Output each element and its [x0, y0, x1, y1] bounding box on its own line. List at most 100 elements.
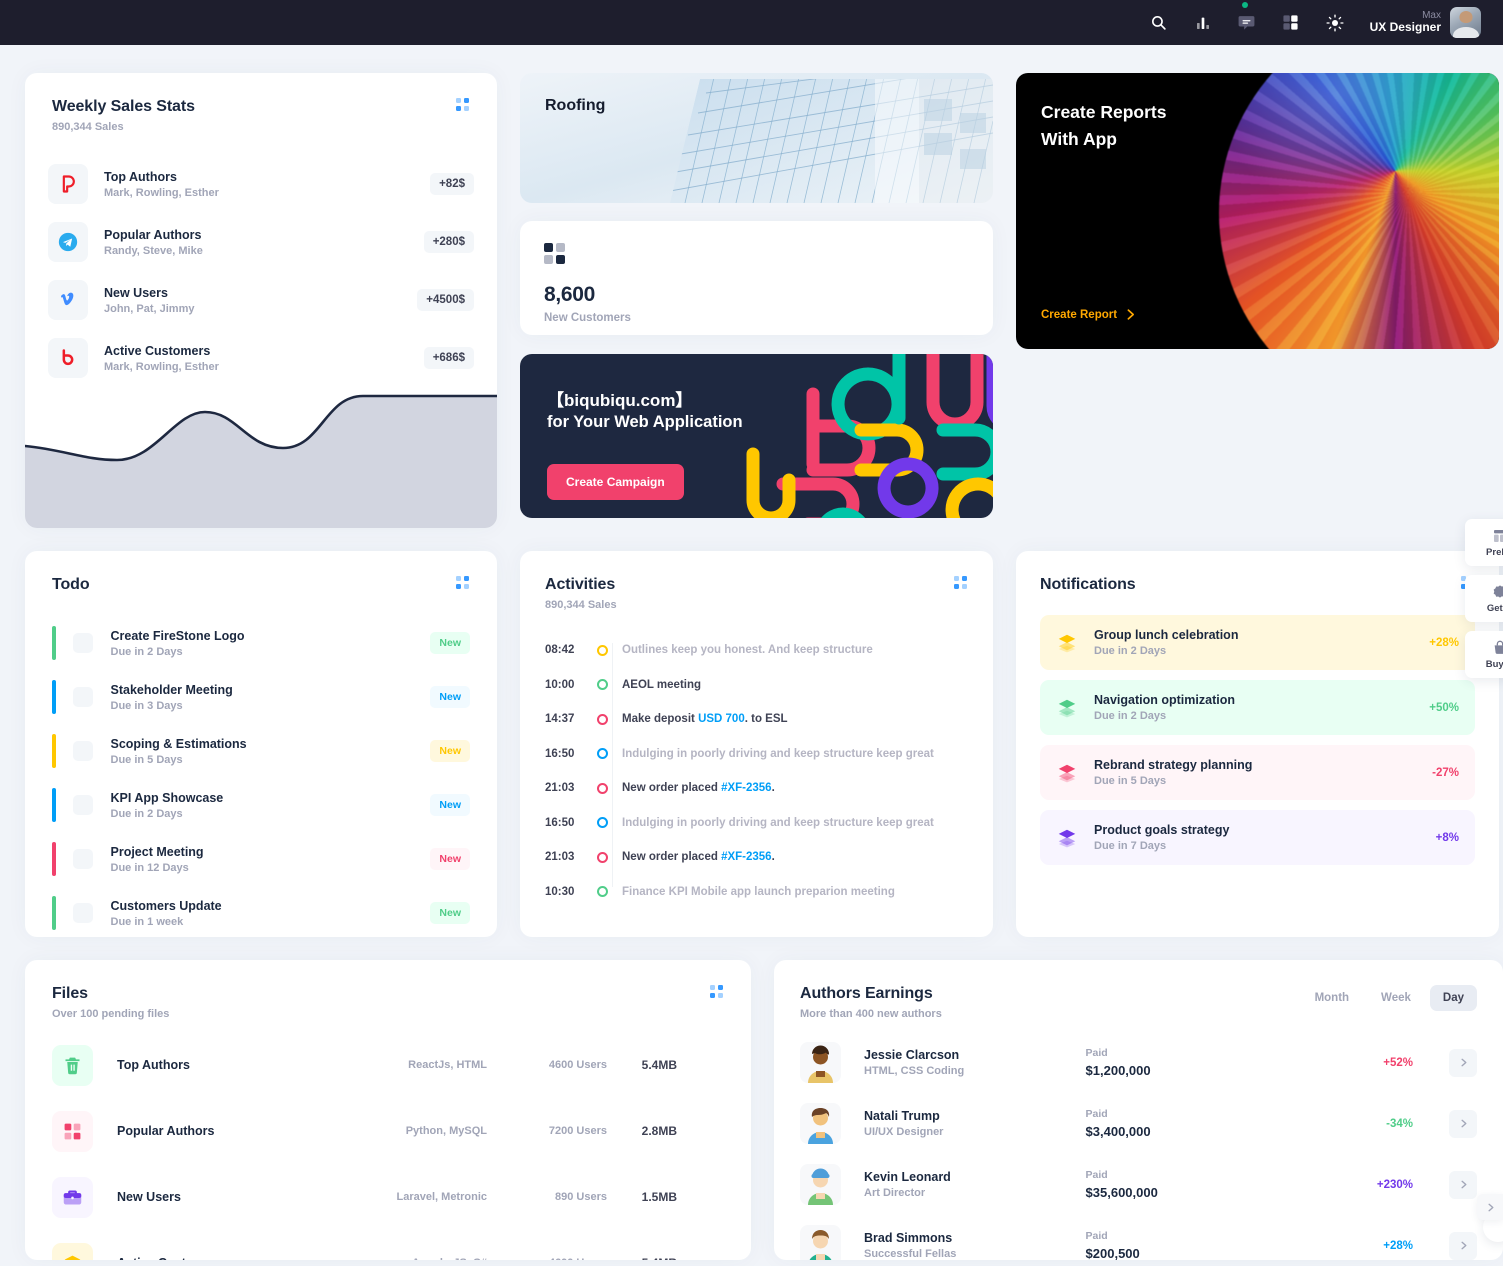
table-row[interactable]: Natali Trump UI/UX Designer Paid $3,400,… — [800, 1093, 1478, 1154]
avatar[interactable] — [1450, 7, 1481, 38]
new-customers-value: 8,600 — [544, 283, 596, 306]
timeline-text-pre: New order placed — [622, 851, 722, 864]
author-info: Natali Trump UI/UX Designer — [864, 1109, 1086, 1138]
todo-checkbox[interactable] — [72, 687, 93, 707]
roofing-card[interactable]: Roofing — [520, 73, 993, 203]
timeline-link[interactable]: #XF-2356 — [721, 851, 772, 863]
timeline-link[interactable]: #XF-2356 — [721, 782, 772, 794]
status-badge: New — [430, 686, 470, 708]
bar-chart-icon[interactable] — [1190, 10, 1216, 36]
layers-icon — [1058, 634, 1076, 652]
search-icon[interactable] — [1146, 10, 1172, 36]
chevron-right-icon[interactable] — [1449, 1109, 1478, 1138]
table-row[interactable]: Kevin Leonard Art Director Paid $35,600,… — [800, 1154, 1478, 1215]
tab-week[interactable]: Week — [1368, 985, 1424, 1011]
tab-day[interactable]: Day — [1429, 985, 1477, 1011]
list-item[interactable]: Group lunch celebration Due in 2 Days +2… — [1040, 615, 1475, 670]
todo-checkbox[interactable] — [72, 633, 93, 653]
list-item[interactable]: Scoping & Estimations Due in 5 Days New — [52, 724, 470, 778]
list-item[interactable]: Product goals strategy Due in 7 Days +8% — [1040, 810, 1475, 865]
table-row[interactable]: Brad Simmons Successful Fellas Paid $200… — [800, 1215, 1478, 1260]
timeline-marker-icon — [597, 713, 608, 725]
dots-menu-icon[interactable] — [710, 985, 724, 999]
list-item-due: Due in 5 Days — [1094, 775, 1167, 787]
list-item[interactable]: Rebrand strategy planning Due in 5 Days … — [1040, 745, 1475, 800]
scroll-right-chevron-icon[interactable] — [1477, 1194, 1503, 1220]
list-item[interactable]: Popular Authors Randy, Steve, Mike +280$ — [48, 213, 474, 271]
file-users: 4600 Users — [487, 1257, 607, 1260]
timeline-text-pre: Make deposit — [622, 713, 699, 726]
list-item[interactable]: KPI App Showcase Due in 2 Days New — [52, 778, 470, 832]
todo-checkbox[interactable] — [72, 741, 93, 761]
list-item-title: Active Customers — [104, 343, 211, 358]
list-item[interactable]: Top Authors Mark, Rowling, Esther +82$ — [48, 155, 474, 213]
list-item-people: Mark, Rowling, Esther — [104, 186, 219, 199]
chat-bubble-icon[interactable] — [1234, 1, 1260, 36]
file-tech: ReactJs, HTML — [408, 1059, 487, 1071]
todo-header: Todo — [52, 576, 470, 594]
page-title: Weekly Sales Stats — [52, 98, 195, 115]
percent-value: -34% — [1386, 1117, 1414, 1130]
new-customers-label: New Customers — [544, 312, 631, 324]
todo-checkbox[interactable] — [72, 795, 93, 815]
layers-icon — [52, 1242, 93, 1260]
timeline-marker-icon — [597, 851, 608, 863]
list-item-amount: +82$ — [430, 173, 474, 195]
author-name: Brad Simmons — [864, 1231, 953, 1245]
table-row[interactable]: Active Customers AngularJS, C# 4600 User… — [52, 1230, 724, 1260]
chevron-right-icon[interactable] — [1449, 1231, 1478, 1260]
file-size: 1.5MB — [641, 1190, 677, 1204]
chevron-right-icon[interactable] — [1449, 1048, 1478, 1077]
todo-checkbox[interactable] — [72, 849, 93, 869]
grid-icon[interactable] — [1278, 10, 1304, 36]
list-item-due: Due in 3 Days — [110, 699, 183, 712]
list-item[interactable]: Project Meeting Due in 12 Days New — [52, 832, 470, 886]
timeline-link[interactable]: USD 700 — [698, 713, 745, 725]
list-item-text: Rebrand strategy planning Due in 5 Days — [1094, 758, 1432, 787]
todo-card: Todo Create FireStone Logo Due in 2 Days… — [25, 551, 497, 937]
author-role: Art Director — [864, 1187, 926, 1199]
list-item-text: Product goals strategy Due in 7 Days — [1094, 823, 1436, 852]
list-item[interactable]: Create FireStone Logo Due in 2 Days New — [52, 616, 470, 670]
dots-menu-icon[interactable] — [954, 576, 968, 590]
status-badge: New — [430, 740, 470, 762]
create-campaign-button[interactable]: Create Campaign — [547, 464, 684, 500]
percent-value: -27% — [1432, 766, 1459, 779]
user-menu[interactable]: Max UX Designer — [1370, 7, 1481, 38]
list-item-text: Customers Update Due in 1 week — [111, 899, 431, 928]
list-item-due: Due in 2 Days — [110, 807, 183, 820]
trash-icon — [52, 1044, 93, 1086]
buy-now-button[interactable]: Buy N — [1465, 631, 1503, 678]
table-row[interactable]: Popular Authors Python, MySQL 7200 Users… — [52, 1098, 724, 1164]
get-help-button[interactable]: Get H — [1465, 575, 1503, 622]
list-item-title: Popular Authors — [104, 227, 202, 242]
paid-label: Paid — [1085, 1047, 1108, 1059]
authors-earnings-card: Authors Earnings More than 400 new autho… — [774, 960, 1503, 1260]
table-row[interactable]: Top Authors ReactJs, HTML 4600 Users 5.4… — [52, 1032, 724, 1098]
dashboard-row-3: Files Over 100 pending files Top Authors… — [25, 960, 1503, 1260]
percent-value: +8% — [1435, 831, 1459, 844]
campaign-banner: 【biqubiqu.com】 for Your Web Application … — [520, 354, 993, 518]
create-report-link[interactable]: Create Report — [1041, 308, 1137, 321]
todo-color-bar — [52, 626, 56, 660]
table-row[interactable]: Jessie Clarcson HTML, CSS Coding Paid $1… — [800, 1032, 1478, 1093]
create-report-label: Create Report — [1041, 308, 1118, 321]
list-item-amount: +4500$ — [417, 289, 474, 311]
notification-dot — [1241, 1, 1248, 8]
dots-menu-icon[interactable] — [456, 576, 470, 590]
list-item[interactable]: Stakeholder Meeting Due in 3 Days New — [52, 670, 470, 724]
timeline-text: New order placed #XF-2356. — [622, 851, 775, 863]
timeline-text-pre: New order placed — [622, 782, 722, 795]
weekly-sales-column: Weekly Sales Stats 890,344 Sales Top Aut… — [25, 73, 497, 528]
todo-checkbox[interactable] — [72, 903, 93, 923]
list-item[interactable]: Navigation optimization Due in 2 Days +5… — [1040, 680, 1475, 735]
list-item[interactable]: New Users John, Pat, Jimmy +4500$ — [48, 271, 474, 329]
table-row[interactable]: New Users Laravel, Metronic 890 Users 1.… — [52, 1164, 724, 1230]
tab-month[interactable]: Month — [1302, 985, 1362, 1011]
brightness-icon[interactable] — [1322, 10, 1348, 36]
list-item-text: Create FireStone Logo Due in 2 Days — [111, 629, 431, 658]
prebuilt-button[interactable]: Prebu — [1465, 519, 1503, 566]
dots-menu-icon[interactable] — [456, 98, 470, 112]
list-item[interactable]: Customers Update Due in 1 week New — [52, 886, 470, 940]
chevron-right-icon[interactable] — [1449, 1170, 1478, 1199]
